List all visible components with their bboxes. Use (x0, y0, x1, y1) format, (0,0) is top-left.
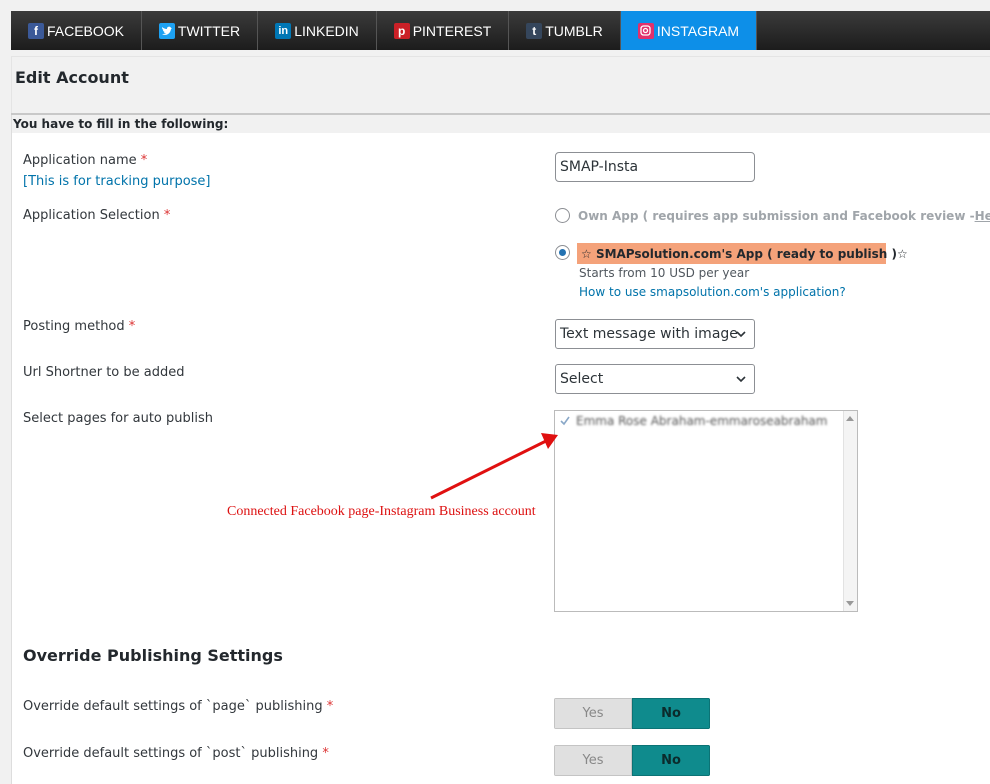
no-option[interactable]: No (632, 698, 710, 729)
annotation-arrow (430, 433, 558, 500)
override-post-toggle[interactable]: Yes No (554, 745, 710, 776)
override-page-label: Override default settings of `page` publ… (23, 699, 334, 714)
override-heading: Override Publishing Settings (23, 646, 283, 665)
yes-option[interactable]: Yes (554, 698, 632, 729)
override-page-toggle[interactable]: Yes No (554, 698, 710, 729)
required-mark: * (326, 699, 334, 714)
yes-option[interactable]: Yes (554, 745, 632, 776)
no-option[interactable]: No (632, 745, 710, 776)
required-mark: * (322, 746, 329, 761)
override-post-label: Override default settings of `post` publ… (23, 746, 329, 761)
